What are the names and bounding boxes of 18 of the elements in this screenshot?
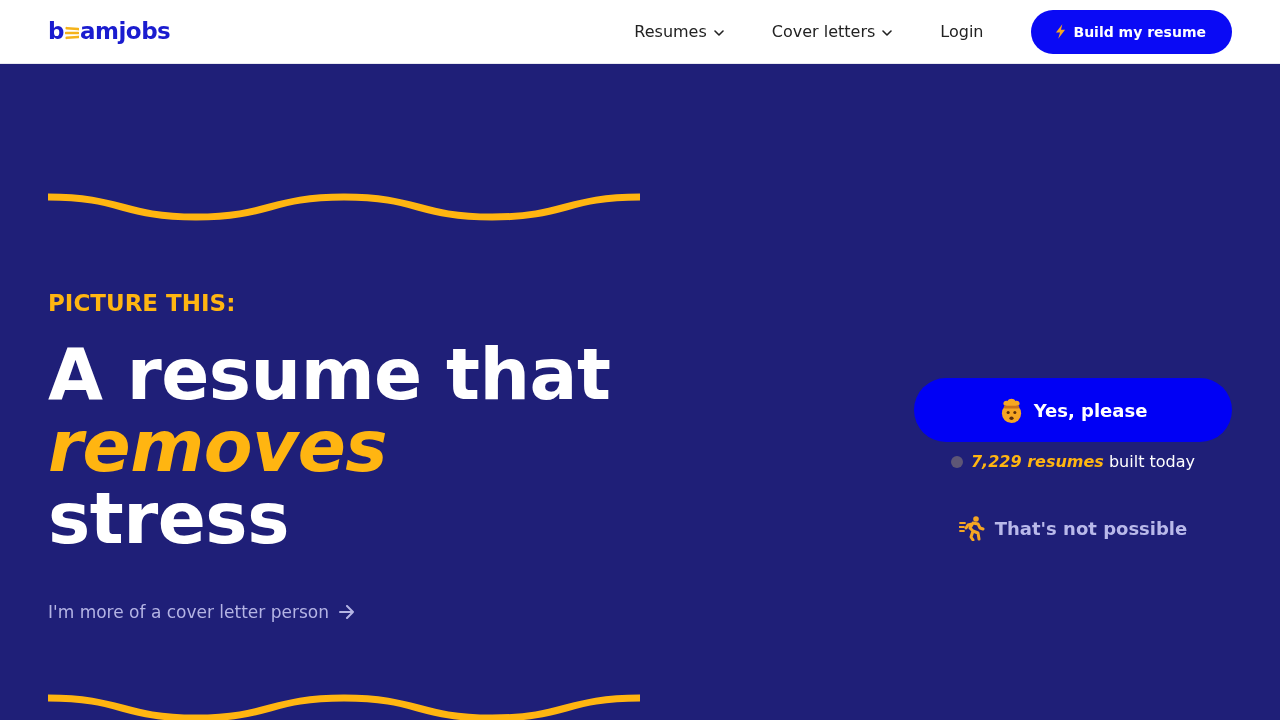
nav-dropdown[interactable]: Cover letters [771, 22, 893, 41]
resume-counter-text: 7,229 resumes built today [971, 452, 1195, 471]
decline-link[interactable]: That's not possible [958, 515, 1188, 541]
arrow-right-icon [339, 605, 355, 619]
running-person-icon [958, 515, 985, 541]
yes-please-button[interactable]: Yes, please [914, 378, 1232, 442]
nav-dropdown[interactable]: Resumes [634, 22, 724, 41]
eyebrow-label: PICTURE THIS: [48, 289, 237, 317]
lightning-bolt-icon [1055, 24, 1067, 39]
live-status-dot-icon [951, 455, 963, 468]
chevron-down-icon [882, 29, 893, 36]
hero-headline: A resume that removes stress [48, 339, 612, 555]
chevron-down-icon [713, 29, 724, 36]
build-resume-button[interactable]: Build my resume [1031, 9, 1232, 54]
cover-letter-link[interactable]: I'm more of a cover letter person [48, 602, 355, 622]
logo[interactable]: b amjobs [48, 20, 171, 43]
logo-stripes-icon [64, 25, 79, 40]
nav-link[interactable]: Login [940, 22, 984, 41]
